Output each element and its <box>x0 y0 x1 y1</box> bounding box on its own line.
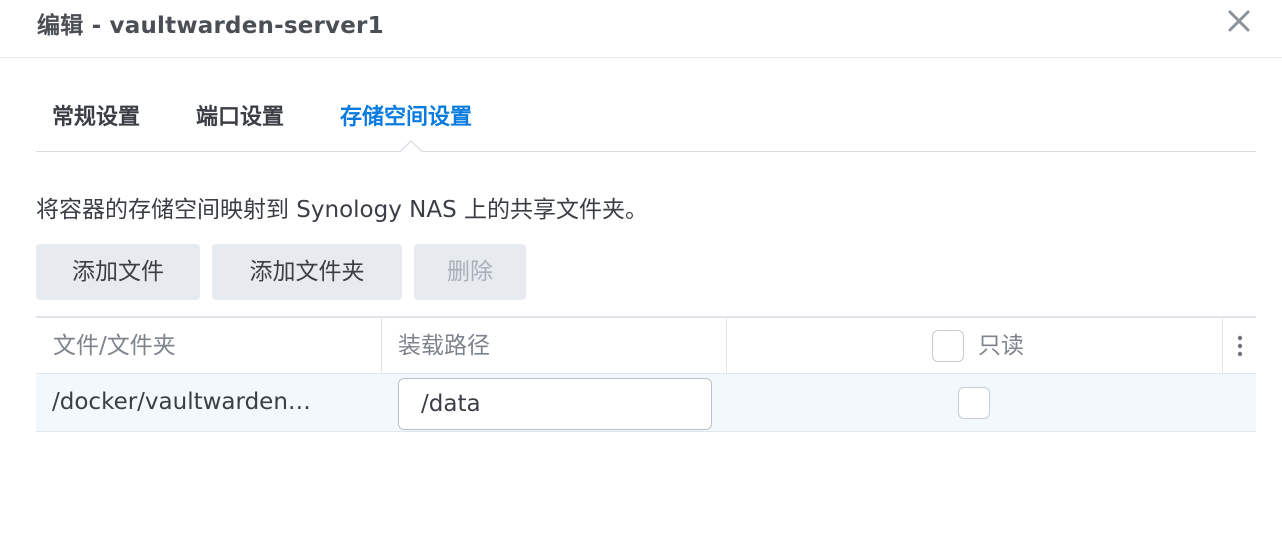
column-header-read-only: 只读 <box>978 333 1024 359</box>
tab-general-settings[interactable]: 常规设置 <box>52 99 140 131</box>
edit-dialog: 编辑 - vaultwarden-server1 常规设置 端口设置 存储空间设… <box>0 0 1282 546</box>
dialog-title: 编辑 - vaultwarden-server1 <box>37 13 384 39</box>
column-options-button[interactable] <box>1224 330 1256 362</box>
add-file-button[interactable]: 添加文件 <box>36 244 200 300</box>
dialog-titlebar: 编辑 - vaultwarden-server1 <box>0 0 1282 58</box>
active-tab-indicator <box>399 140 423 153</box>
column-header-mount-path[interactable]: 装载路径 <box>398 318 490 374</box>
storage-description: 将容器的存储空间映射到 Synology NAS 上的共享文件夹。 <box>36 197 649 223</box>
volume-table: 文件/文件夹 装载路径 只读 /docker/vaultwarden… <box>36 316 1256 432</box>
mount-path-input[interactable] <box>398 378 712 430</box>
add-folder-button[interactable]: 添加文件夹 <box>212 244 402 300</box>
column-divider[interactable] <box>726 318 727 374</box>
table-header: 文件/文件夹 装载路径 只读 <box>36 316 1256 374</box>
tab-storage-settings[interactable]: 存储空间设置 <box>340 99 472 131</box>
tab-bar: 常规设置 端口设置 存储空间设置 <box>36 95 1256 153</box>
table-row[interactable]: /docker/vaultwarden… <box>36 374 1256 432</box>
read-only-checkbox[interactable] <box>958 387 990 419</box>
column-divider[interactable] <box>1222 318 1223 374</box>
column-header-file-folder[interactable]: 文件/文件夹 <box>53 318 176 374</box>
read-only-select-all-checkbox[interactable] <box>932 330 964 362</box>
tab-port-settings[interactable]: 端口设置 <box>196 99 284 131</box>
delete-button[interactable]: 删除 <box>414 244 526 300</box>
close-button[interactable] <box>1226 8 1252 34</box>
close-icon <box>1228 10 1250 32</box>
column-divider[interactable] <box>381 318 382 374</box>
row-file-folder: /docker/vaultwarden… <box>52 389 311 415</box>
more-vertical-icon <box>1237 335 1243 357</box>
